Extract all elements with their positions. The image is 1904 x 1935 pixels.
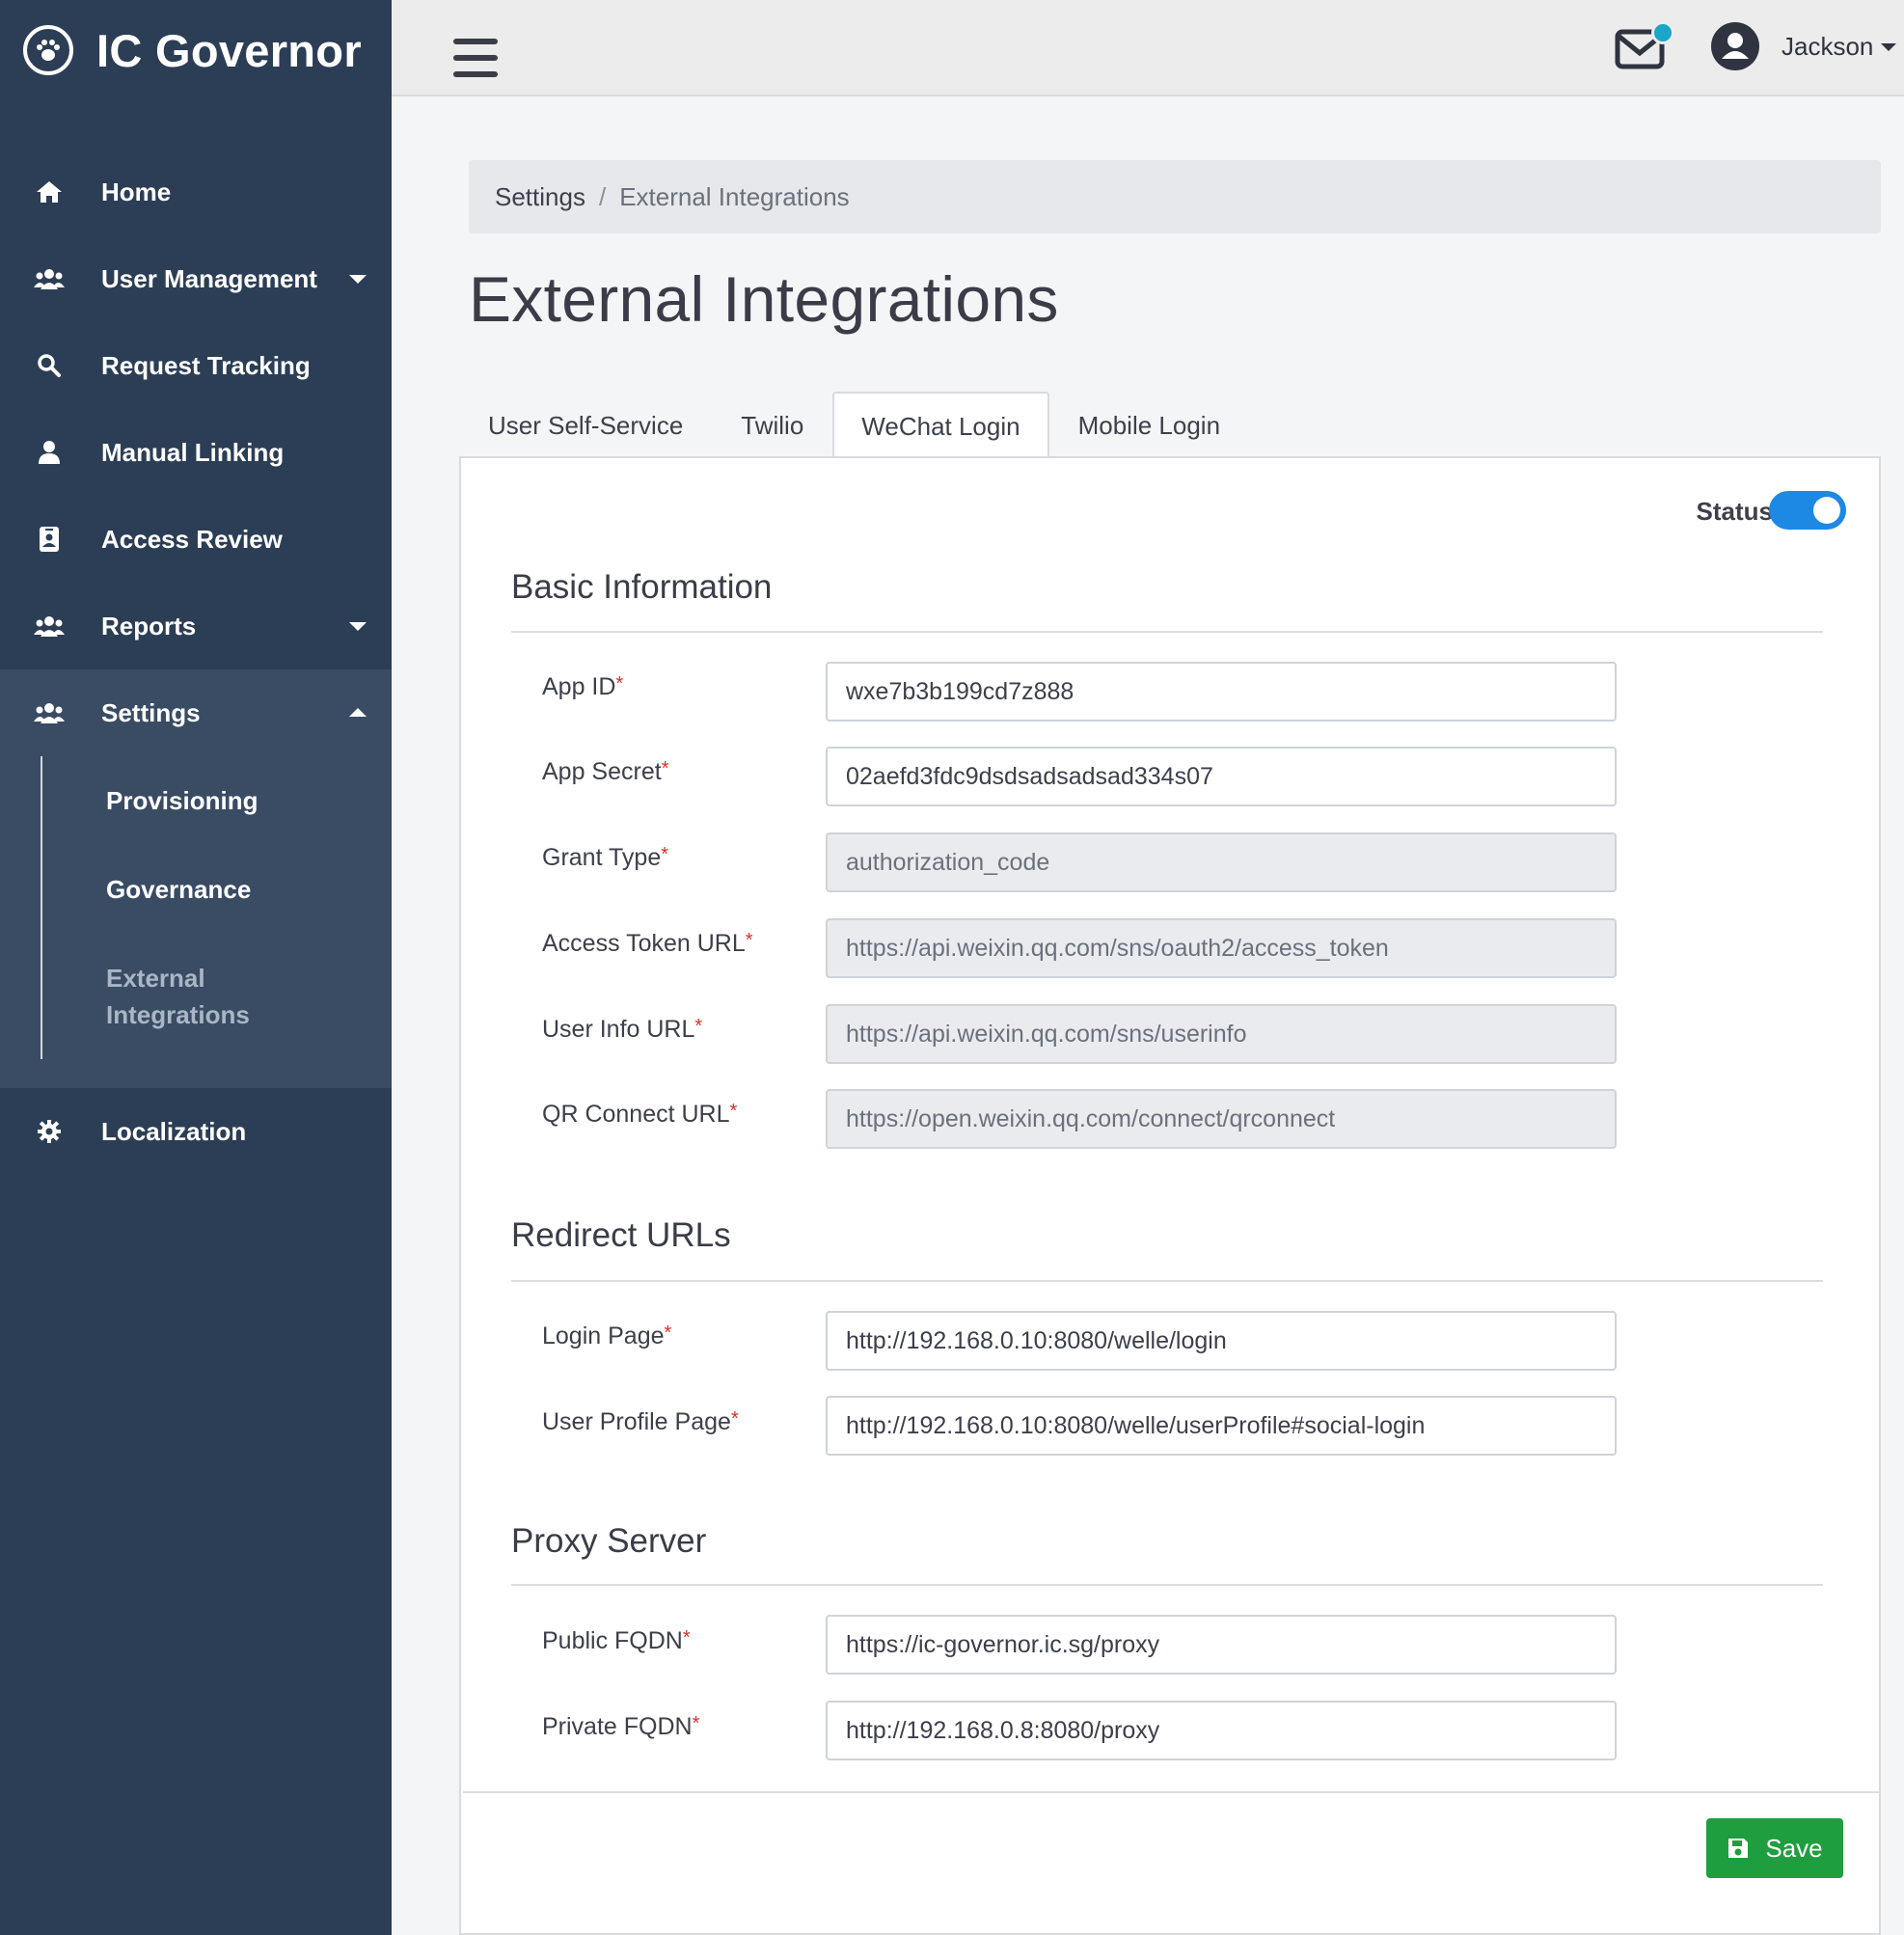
tab-user-self-service[interactable]: User Self-Service <box>459 392 712 457</box>
sidebar-item-label: Request Tracking <box>101 350 311 380</box>
sidebar-subitem-governance[interactable]: Governance <box>106 845 392 934</box>
sidebar-item-user-management[interactable]: User Management <box>0 235 392 322</box>
label-grant-type: Grant Type* <box>542 844 669 871</box>
label-qr-connect-url: QR Connect URL* <box>542 1101 738 1128</box>
notification-badge <box>1651 21 1674 44</box>
sidebar-subitem-external-integrations[interactable]: External Integrations <box>106 934 270 1059</box>
user-name[interactable]: Jackson <box>1782 32 1873 62</box>
user-info-url-input <box>826 1004 1617 1064</box>
sidebar-item-label: Manual Linking <box>101 437 285 467</box>
label-access-token-url: Access Token URL* <box>542 930 753 957</box>
public-fqdn-input[interactable] <box>826 1615 1617 1675</box>
sidebar-item-label: User Management <box>101 263 317 293</box>
sidebar-item-label: Home <box>101 177 172 206</box>
user-icon <box>31 434 68 471</box>
brand[interactable]: IC Governor <box>0 0 392 100</box>
private-fqdn-input[interactable] <box>826 1701 1617 1760</box>
hamburger-menu-icon[interactable] <box>453 39 498 77</box>
tab-mobile-login[interactable]: Mobile Login <box>1049 392 1249 457</box>
sidebar-item-label: Reports <box>101 611 197 640</box>
sidebar-item-access-review[interactable]: Access Review <box>0 496 392 583</box>
access-token-url-input <box>826 918 1617 978</box>
section-divider <box>511 1584 1823 1586</box>
user-avatar-icon[interactable] <box>1711 22 1759 70</box>
save-button[interactable]: Save <box>1706 1818 1843 1878</box>
gear-icon <box>31 1113 68 1150</box>
page-title: External Integrations <box>469 263 1059 335</box>
label-private-fqdn: Private FQDN* <box>542 1713 700 1740</box>
status-toggle[interactable] <box>1769 491 1846 530</box>
section-title-basic: Basic Information <box>511 568 773 606</box>
tab-twilio[interactable]: Twilio <box>712 392 832 457</box>
search-icon <box>31 347 68 384</box>
section-title-proxy: Proxy Server <box>511 1522 707 1560</box>
user-profile-page-input[interactable] <box>826 1396 1617 1456</box>
status-label: Status <box>1696 497 1773 526</box>
settings-submenu: Provisioning Governance External Integra… <box>41 756 392 1059</box>
sidebar-item-label: Settings <box>101 697 201 727</box>
id-badge-icon <box>31 521 68 558</box>
sidebar-nav: Home User Management Request Tracking Ma… <box>0 149 392 1175</box>
users-icon <box>31 695 68 731</box>
save-button-label: Save <box>1765 1833 1823 1863</box>
sidebar-item-manual-linking[interactable]: Manual Linking <box>0 409 392 496</box>
users-icon <box>31 608 68 644</box>
login-page-input[interactable] <box>826 1311 1617 1371</box>
label-app-secret: App Secret* <box>542 758 669 785</box>
chevron-down-icon[interactable] <box>1881 43 1896 51</box>
grant-type-input <box>826 832 1617 892</box>
sidebar-item-settings[interactable]: Settings <box>0 669 392 756</box>
chevron-down-icon <box>349 275 367 284</box>
topbar: Jackson <box>392 0 1904 96</box>
label-user-info-url: User Info URL* <box>542 1016 703 1043</box>
sidebar-item-home[interactable]: Home <box>0 149 392 235</box>
app-id-input[interactable] <box>826 662 1617 722</box>
sidebar-item-localization[interactable]: Localization <box>0 1088 392 1175</box>
toggle-knob <box>1813 497 1840 524</box>
section-divider <box>511 1280 1823 1282</box>
section-title-redirect: Redirect URLs <box>511 1216 731 1254</box>
label-user-profile-page: User Profile Page* <box>542 1408 739 1435</box>
paw-logo-icon <box>23 25 73 75</box>
users-icon <box>31 260 68 297</box>
chevron-down-icon <box>349 622 367 631</box>
settings-group: Settings Provisioning Governance Externa… <box>0 669 392 1088</box>
footer-divider <box>463 1791 1879 1793</box>
sidebar-subitem-provisioning[interactable]: Provisioning <box>106 756 392 845</box>
sidebar-item-reports[interactable]: Reports <box>0 583 392 669</box>
label-app-id: App ID* <box>542 673 624 700</box>
floppy-disk-icon <box>1728 1839 1749 1858</box>
tab-bar: User Self-Service Twilio WeChat Login Mo… <box>459 392 1249 459</box>
breadcrumb: Settings / External Integrations <box>469 160 1881 233</box>
app-secret-input[interactable] <box>826 747 1617 806</box>
sidebar-item-label: Access Review <box>101 524 283 554</box>
label-login-page: Login Page* <box>542 1322 672 1349</box>
breadcrumb-separator: / <box>598 181 607 211</box>
wechat-login-panel: Status Basic Information App ID* App Sec… <box>459 456 1881 1935</box>
chevron-up-icon <box>349 708 367 717</box>
sidebar-item-request-tracking[interactable]: Request Tracking <box>0 322 392 409</box>
sidebar-item-label: Localization <box>101 1116 247 1146</box>
home-icon <box>31 174 68 210</box>
section-divider <box>511 631 1823 633</box>
qr-connect-url-input <box>826 1089 1617 1149</box>
app-title: IC Governor <box>96 24 362 76</box>
label-public-fqdn: Public FQDN* <box>542 1627 691 1654</box>
tab-wechat-login[interactable]: WeChat Login <box>832 392 1049 459</box>
breadcrumb-current: External Integrations <box>619 181 850 211</box>
breadcrumb-settings[interactable]: Settings <box>495 182 585 212</box>
sidebar: IC Governor Home User Management Request… <box>0 0 392 1935</box>
